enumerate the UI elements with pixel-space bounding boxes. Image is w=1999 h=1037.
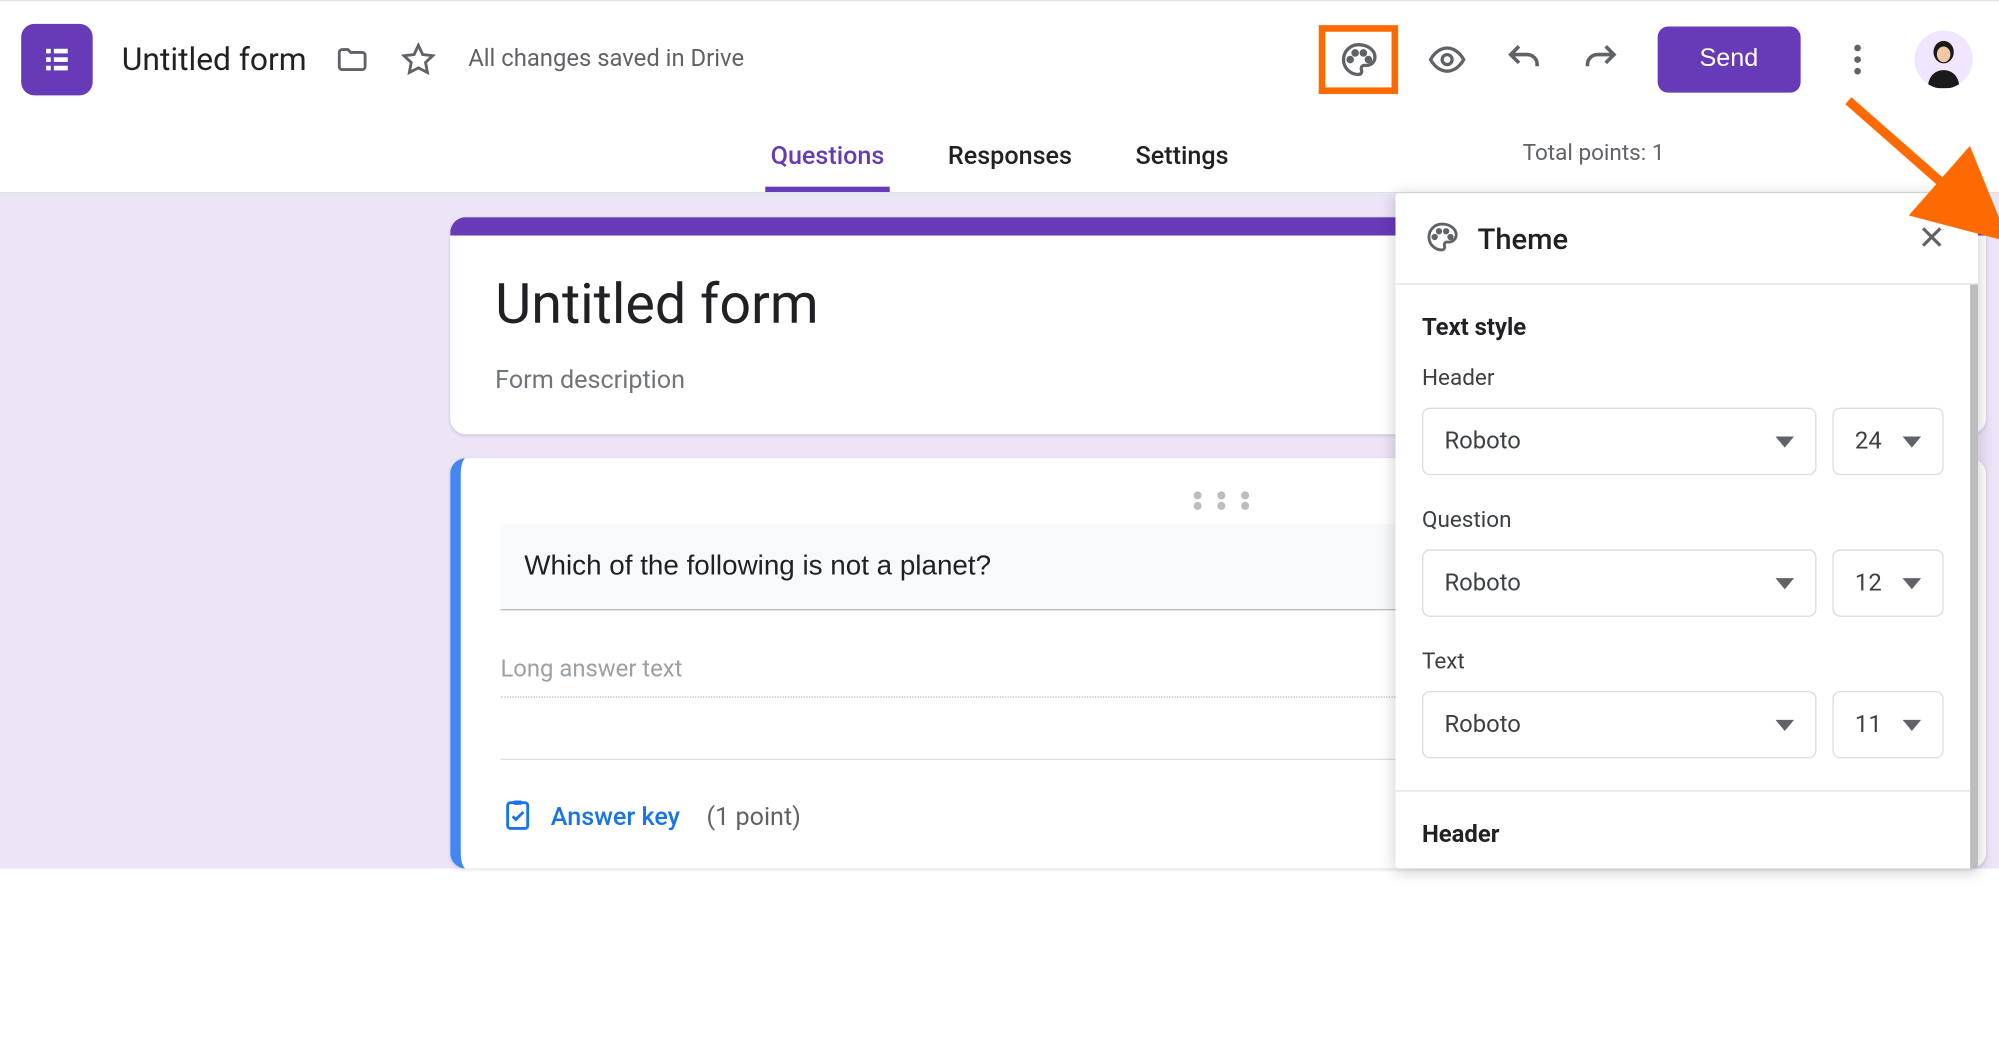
text-style-section-title: Text style xyxy=(1422,314,1944,342)
header-font-value: Roboto xyxy=(1444,428,1520,456)
move-to-folder-icon[interactable] xyxy=(331,38,373,80)
star-icon[interactable] xyxy=(397,38,439,80)
forms-logo-icon xyxy=(21,23,92,94)
header-font-label: Header xyxy=(1422,365,1944,391)
theme-panel: Theme Text style Header Roboto 24 xyxy=(1395,193,1978,868)
total-points-label: Total points: 1 xyxy=(1523,140,1973,166)
palette-icon xyxy=(1425,220,1459,260)
undo-icon[interactable] xyxy=(1504,39,1544,79)
text-font-label: Text xyxy=(1422,649,1944,675)
text-font-select[interactable]: Roboto xyxy=(1422,691,1817,759)
form-title-input[interactable]: Untitled form xyxy=(122,40,307,77)
text-font-value: Roboto xyxy=(1444,711,1520,739)
answer-key-label: Answer key xyxy=(551,800,680,830)
redo-icon[interactable] xyxy=(1580,39,1620,79)
customize-theme-icon[interactable] xyxy=(1338,39,1378,79)
question-font-select[interactable]: Roboto xyxy=(1422,549,1817,617)
text-size-select[interactable]: 11 xyxy=(1832,691,1943,759)
tabs-row: Questions Responses Settings Total point… xyxy=(0,117,1999,194)
question-size-select[interactable]: 12 xyxy=(1832,549,1943,617)
answer-key-button[interactable]: Answer key xyxy=(500,798,680,832)
account-avatar[interactable] xyxy=(1915,30,1973,88)
tab-responses[interactable]: Responses xyxy=(943,140,1078,192)
app-header: Untitled form All changes saved in Drive xyxy=(0,0,1999,117)
section-divider xyxy=(1395,790,1970,791)
header-font-select[interactable]: Roboto xyxy=(1422,408,1817,476)
save-status: All changes saved in Drive xyxy=(468,45,744,73)
close-icon[interactable] xyxy=(1915,220,1949,260)
question-size-value: 12 xyxy=(1855,569,1882,597)
form-canvas: Untitled form Form description ● ● ●● ● … xyxy=(0,193,1999,868)
text-size-value: 11 xyxy=(1855,711,1882,739)
header-size-select[interactable]: 24 xyxy=(1832,408,1943,476)
tab-questions[interactable]: Questions xyxy=(765,140,889,192)
annotation-highlight xyxy=(1318,24,1397,93)
tab-settings[interactable]: Settings xyxy=(1130,140,1234,192)
header-section-title: Header xyxy=(1422,821,1944,849)
more-options-icon[interactable] xyxy=(1838,39,1878,79)
theme-panel-title: Theme xyxy=(1478,223,1896,256)
points-label: (1 point) xyxy=(706,800,800,830)
preview-icon[interactable] xyxy=(1427,39,1467,79)
question-text-input[interactable] xyxy=(500,524,1453,610)
header-size-value: 24 xyxy=(1855,428,1882,456)
question-font-label: Question xyxy=(1422,507,1944,533)
question-font-value: Roboto xyxy=(1444,569,1520,597)
send-button[interactable]: Send xyxy=(1657,26,1800,92)
